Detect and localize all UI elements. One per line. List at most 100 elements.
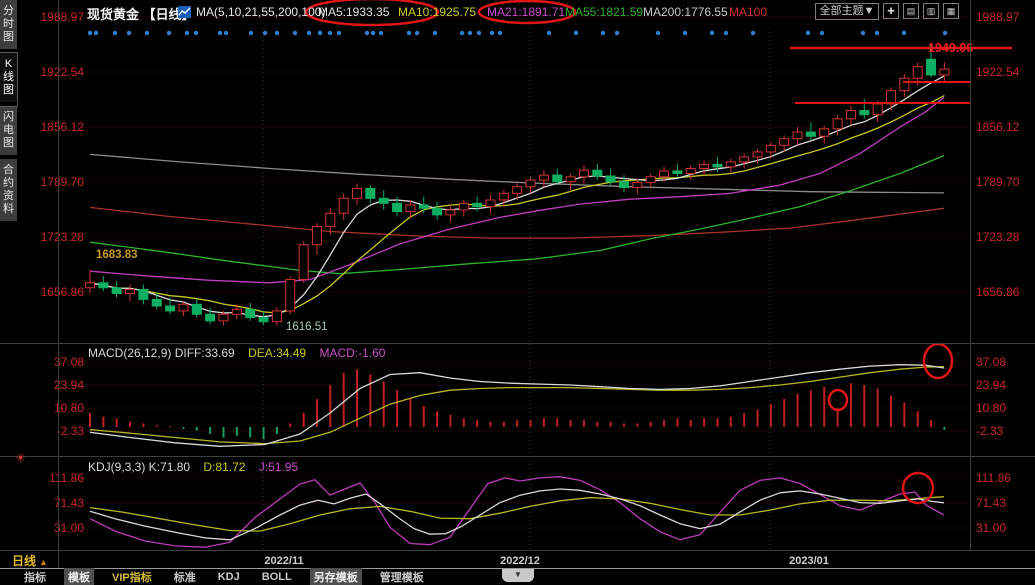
event-dot[interactable] [710,31,714,35]
toolbar-item-VIP指标[interactable]: VIP指标 [108,568,156,585]
candle-body [446,210,455,215]
toolbar-item-模板[interactable]: 模板 [64,568,94,585]
event-dot[interactable] [194,31,198,35]
sidebar-tab-kline[interactable]: K线图 [0,53,17,106]
candle-body [166,306,175,311]
candle-body [259,318,268,322]
candle-body [312,226,321,244]
sidebar-tab-lightning[interactable]: 闪电图 [0,106,17,159]
toolbar-item-标准[interactable]: 标准 [170,568,200,585]
event-dot[interactable] [574,31,578,35]
toolbar-item-BOLL[interactable]: BOLL [258,570,296,584]
event-dot[interactable] [145,31,149,35]
event-dot[interactable] [275,31,279,35]
event-dot[interactable] [94,31,98,35]
axis-label: 111.86 [49,471,84,485]
event-dot[interactable] [601,31,605,35]
candle-body [539,175,548,180]
candle-body [152,299,161,306]
event-dot[interactable] [460,31,464,35]
window-icon-1[interactable]: ▤ [903,3,919,19]
event-dot[interactable] [337,31,341,35]
event-dot[interactable] [328,31,332,35]
macd-dea-label: DEA:34.49 [248,346,306,360]
collapse-panel-tab[interactable]: ▼ [502,569,534,582]
axis-label: -2.33 [57,424,85,438]
event-dot[interactable] [415,31,419,35]
ma-value-0: MA5:1933.35 [318,5,389,19]
axis-label: 1683.83 [96,249,138,261]
window-icon-2[interactable]: ▥ [923,3,939,19]
event-dot[interactable] [318,31,322,35]
axis-label: 31.00 [976,521,1006,535]
event-dot[interactable] [477,31,481,35]
toolbar-item-KDJ[interactable]: KDJ [214,570,244,584]
toolbar-item-管理模板[interactable]: 管理模板 [376,568,428,585]
event-dot[interactable] [943,31,947,35]
period-dropdown[interactable]: 日线▲ [12,552,48,569]
event-dot[interactable] [113,31,117,35]
candle-body [379,198,388,203]
window-icon-0[interactable]: ✚ [883,3,899,19]
window-icon-3[interactable]: ▦ [943,3,959,19]
event-dot[interactable] [683,31,687,35]
event-dot[interactable] [365,31,369,35]
event-dot[interactable] [371,31,375,35]
event-dot[interactable] [498,31,502,35]
candle-body [940,69,949,75]
event-dot[interactable] [167,31,171,35]
kline-chart-canvas[interactable]: 1988.971988.971922.541922.541856.121856.… [0,0,1035,585]
event-dot[interactable] [185,31,189,35]
sidebar-tab-timeshare[interactable]: 分时图 [0,0,17,53]
theme-selector-button[interactable]: 全部主题▼ [815,3,879,20]
axis-label: 111.86 [976,471,1011,485]
event-dot[interactable] [433,31,437,35]
axis-label: 1656.86 [976,285,1020,299]
axis-label: 1922.54 [976,65,1020,79]
candle-body [86,283,95,288]
event-dot[interactable] [127,31,131,35]
event-dot[interactable] [751,31,755,35]
candle-body [126,289,135,293]
event-dot[interactable] [307,31,311,35]
event-dot[interactable] [468,31,472,35]
candle-body [873,104,882,115]
toolbar-item-另存模板[interactable]: 另存模板 [310,568,362,585]
event-dot[interactable] [902,31,906,35]
panel-separator [0,456,1035,457]
event-dot[interactable] [615,31,619,35]
candle-body [339,198,348,213]
annotation-circle [829,390,847,410]
candle-body [499,193,508,200]
candle-body [633,183,642,188]
event-dot[interactable] [293,31,297,35]
event-dot[interactable] [263,31,267,35]
event-dot[interactable] [249,31,253,35]
event-dot[interactable] [224,31,228,35]
candle-body [806,132,815,136]
panel-separator [0,343,1035,344]
axis-label: 1922.54 [41,65,85,79]
event-dot[interactable] [656,31,660,35]
candle-body [272,311,281,322]
macd-macd-label: MACD:-1.60 [319,346,385,360]
event-dot[interactable] [490,31,494,35]
event-dot[interactable] [724,31,728,35]
toolbar-item-指标[interactable]: 指标 [20,568,50,585]
indicator-alert-icon[interactable]: ☀ [15,451,26,465]
event-dot[interactable] [875,31,879,35]
event-dot[interactable] [547,31,551,35]
axis-label: 1789.70 [976,175,1020,189]
sidebar-tab-contract-info[interactable]: 合约资料 [0,159,17,225]
event-dot[interactable] [379,31,383,35]
axis-label: 1616.51 [286,321,328,333]
event-dot[interactable] [88,31,92,35]
candle-body [620,182,629,188]
event-dot[interactable] [820,31,824,35]
candle-body [139,289,148,299]
candle-body [406,205,415,212]
event-dot[interactable] [861,31,865,35]
event-dot[interactable] [806,31,810,35]
event-dot[interactable] [407,31,411,35]
event-dot[interactable] [218,31,222,35]
